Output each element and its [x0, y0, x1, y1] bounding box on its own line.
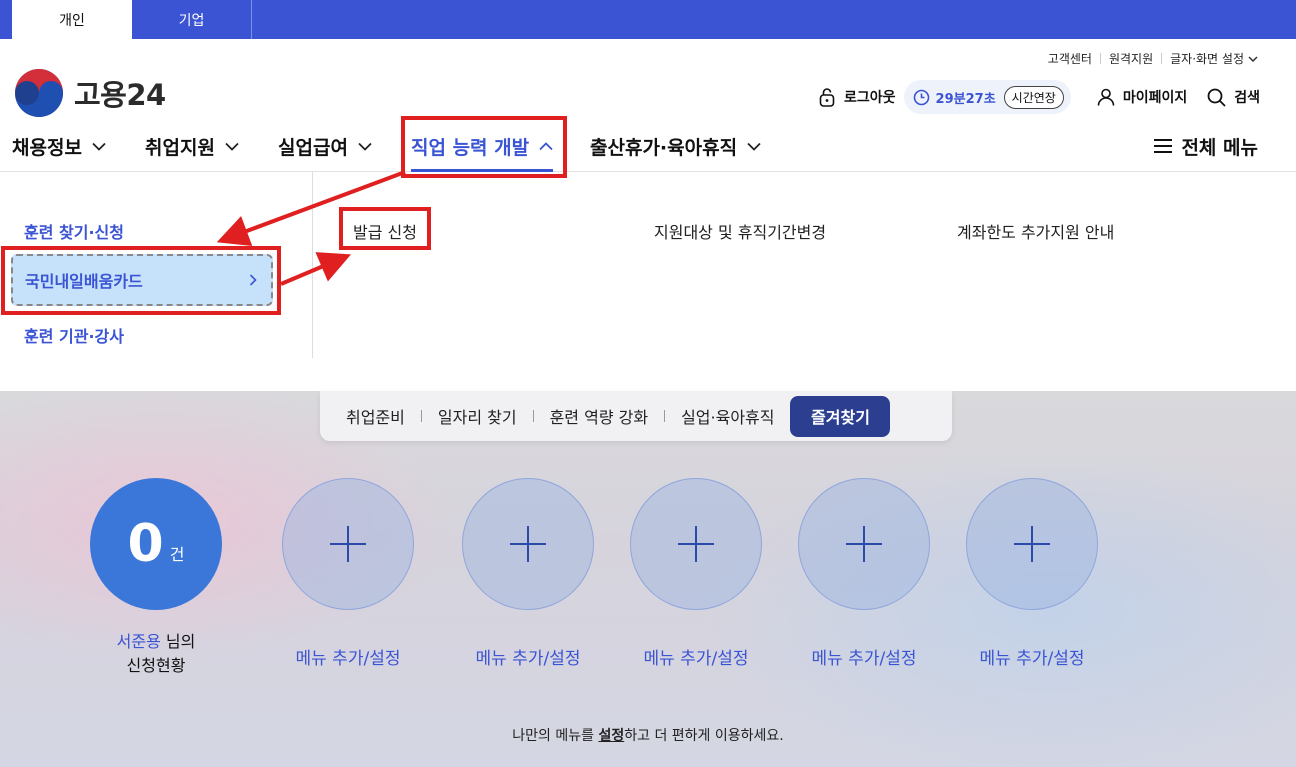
- divider: [532, 410, 534, 422]
- remote-support-link[interactable]: 원격지원: [1109, 50, 1153, 67]
- note-text: 하고 더 편하게 이용하세요.: [624, 728, 784, 744]
- add-menu-label[interactable]: 메뉴 추가/설정: [443, 644, 613, 669]
- lock-icon: [819, 88, 835, 107]
- highlight-box-nav: [401, 116, 567, 178]
- highlight-box-card: [1, 246, 281, 315]
- mypage-label: 마이페이지: [1122, 90, 1188, 106]
- settings-link[interactable]: 설정: [598, 728, 624, 744]
- quick-tab-job-search[interactable]: 일자리 찾기: [438, 404, 517, 428]
- nav-label: 실업급여: [278, 136, 348, 159]
- nav-job-info[interactable]: 채용정보: [12, 122, 106, 170]
- search-button[interactable]: 검색: [1207, 87, 1260, 107]
- logo-text: 고용24: [74, 78, 166, 112]
- application-count-circle[interactable]: 0 건: [90, 478, 222, 610]
- user-icon: [1097, 88, 1115, 106]
- search-label: 검색: [1234, 90, 1260, 106]
- name-suffix: 님의: [160, 632, 196, 651]
- plus-icon: [846, 526, 882, 562]
- taegeuk-logo-icon: [15, 69, 63, 117]
- application-count: 0: [127, 514, 164, 574]
- add-menu-slot-3[interactable]: [630, 478, 762, 610]
- all-menu-button[interactable]: 전체 메뉴: [1153, 122, 1258, 170]
- quick-tab-unemployment[interactable]: 실업·육아휴직: [681, 404, 774, 428]
- plus-icon: [1014, 526, 1050, 562]
- audience-bar: 개인 기업: [0, 0, 1296, 39]
- add-menu-label[interactable]: 메뉴 추가/설정: [779, 644, 949, 669]
- all-menu-label: 전체 메뉴: [1181, 136, 1258, 159]
- nav-employment-support[interactable]: 취업지원: [145, 122, 239, 170]
- highlight-box-issue: [339, 207, 431, 250]
- chevron-down-icon: [1248, 55, 1258, 62]
- submenu-eligibility-change[interactable]: 지원대상 및 휴직기간변경: [654, 219, 826, 243]
- chevron-down-icon: [358, 142, 372, 151]
- hamburger-icon: [1154, 139, 1173, 153]
- logout-label: 로그아웃: [844, 90, 896, 106]
- divider: [1161, 53, 1163, 64]
- nav-label: 채용정보: [12, 136, 82, 159]
- tab-business[interactable]: 기업: [132, 0, 252, 39]
- add-menu-label[interactable]: 메뉴 추가/설정: [263, 644, 433, 669]
- add-menu-slot-2[interactable]: [462, 478, 594, 610]
- menu-setup-note: 나만의 메뉴를 설정하고 더 편하게 이용하세요.: [0, 725, 1296, 745]
- submenu-account-limit[interactable]: 계좌한도 추가지원 안내: [957, 219, 1114, 243]
- add-menu-slot-4[interactable]: [798, 478, 930, 610]
- divider: [1099, 53, 1101, 64]
- add-menu-label[interactable]: 메뉴 추가/설정: [947, 644, 1117, 669]
- note-text: 나만의 메뉴를: [512, 728, 599, 744]
- extend-session-button[interactable]: 시간연장: [1003, 85, 1064, 109]
- nav-unemployment-benefit[interactable]: 실업급여: [278, 122, 372, 170]
- chevron-down-icon: [747, 142, 761, 151]
- timer-value: 29분27초: [935, 91, 996, 107]
- nav-label: 취업지원: [145, 136, 215, 159]
- favorites-button[interactable]: 즐겨찾기: [790, 395, 891, 437]
- plus-icon: [330, 526, 366, 562]
- plus-icon: [510, 526, 546, 562]
- mypage-button[interactable]: 마이페이지: [1097, 87, 1187, 107]
- plus-icon: [678, 526, 714, 562]
- logout-button[interactable]: 로그아웃: [818, 87, 896, 107]
- header-actions: 로그아웃 29분27초 시간연장 마이페이지 검색: [818, 80, 1260, 114]
- menu-training-institutions[interactable]: 훈련 기관·강사: [24, 323, 124, 347]
- quick-tab-training[interactable]: 훈련 역량 강화: [550, 404, 649, 428]
- divider: [420, 410, 422, 422]
- add-menu-label[interactable]: 메뉴 추가/설정: [611, 644, 781, 669]
- nav-parental-leave[interactable]: 출산휴가·육아휴직: [590, 122, 761, 170]
- search-icon: [1207, 88, 1226, 107]
- site-logo[interactable]: 고용24: [14, 68, 166, 118]
- menu-training-search[interactable]: 훈련 찾기·신청: [24, 219, 124, 243]
- add-menu-slot-1[interactable]: [282, 478, 414, 610]
- chevron-down-icon: [225, 142, 239, 151]
- nav-label: 출산휴가·육아휴직: [590, 136, 738, 159]
- tab-individual[interactable]: 개인: [12, 0, 132, 39]
- user-name: 서준용: [116, 632, 161, 651]
- quick-tab-job-prep[interactable]: 취업준비: [346, 404, 405, 428]
- count-unit: 건: [169, 545, 185, 564]
- clock-icon: [913, 89, 929, 105]
- utility-links: 고객센터 원격지원 글자·화면 설정: [1048, 50, 1258, 67]
- add-menu-slot-5[interactable]: [966, 478, 1098, 610]
- customer-center-link[interactable]: 고객센터: [1048, 50, 1092, 67]
- quick-category-tabs: 취업준비 일자리 찾기 훈련 역량 강화 실업·육아휴직 즐겨찾기: [320, 391, 952, 441]
- divider: [664, 410, 666, 422]
- status-label: 신청현황: [126, 656, 186, 675]
- application-status-label: 서준용 님의 신청현황: [80, 630, 232, 678]
- session-timer: 29분27초 시간연장: [903, 80, 1071, 114]
- chevron-down-icon: [92, 142, 106, 151]
- display-settings-link[interactable]: 글자·화면 설정: [1170, 50, 1244, 67]
- main-nav: 채용정보 취업지원 실업급여 직업 능력 개발 출산휴가·육아휴직 전체 메뉴: [0, 122, 1296, 172]
